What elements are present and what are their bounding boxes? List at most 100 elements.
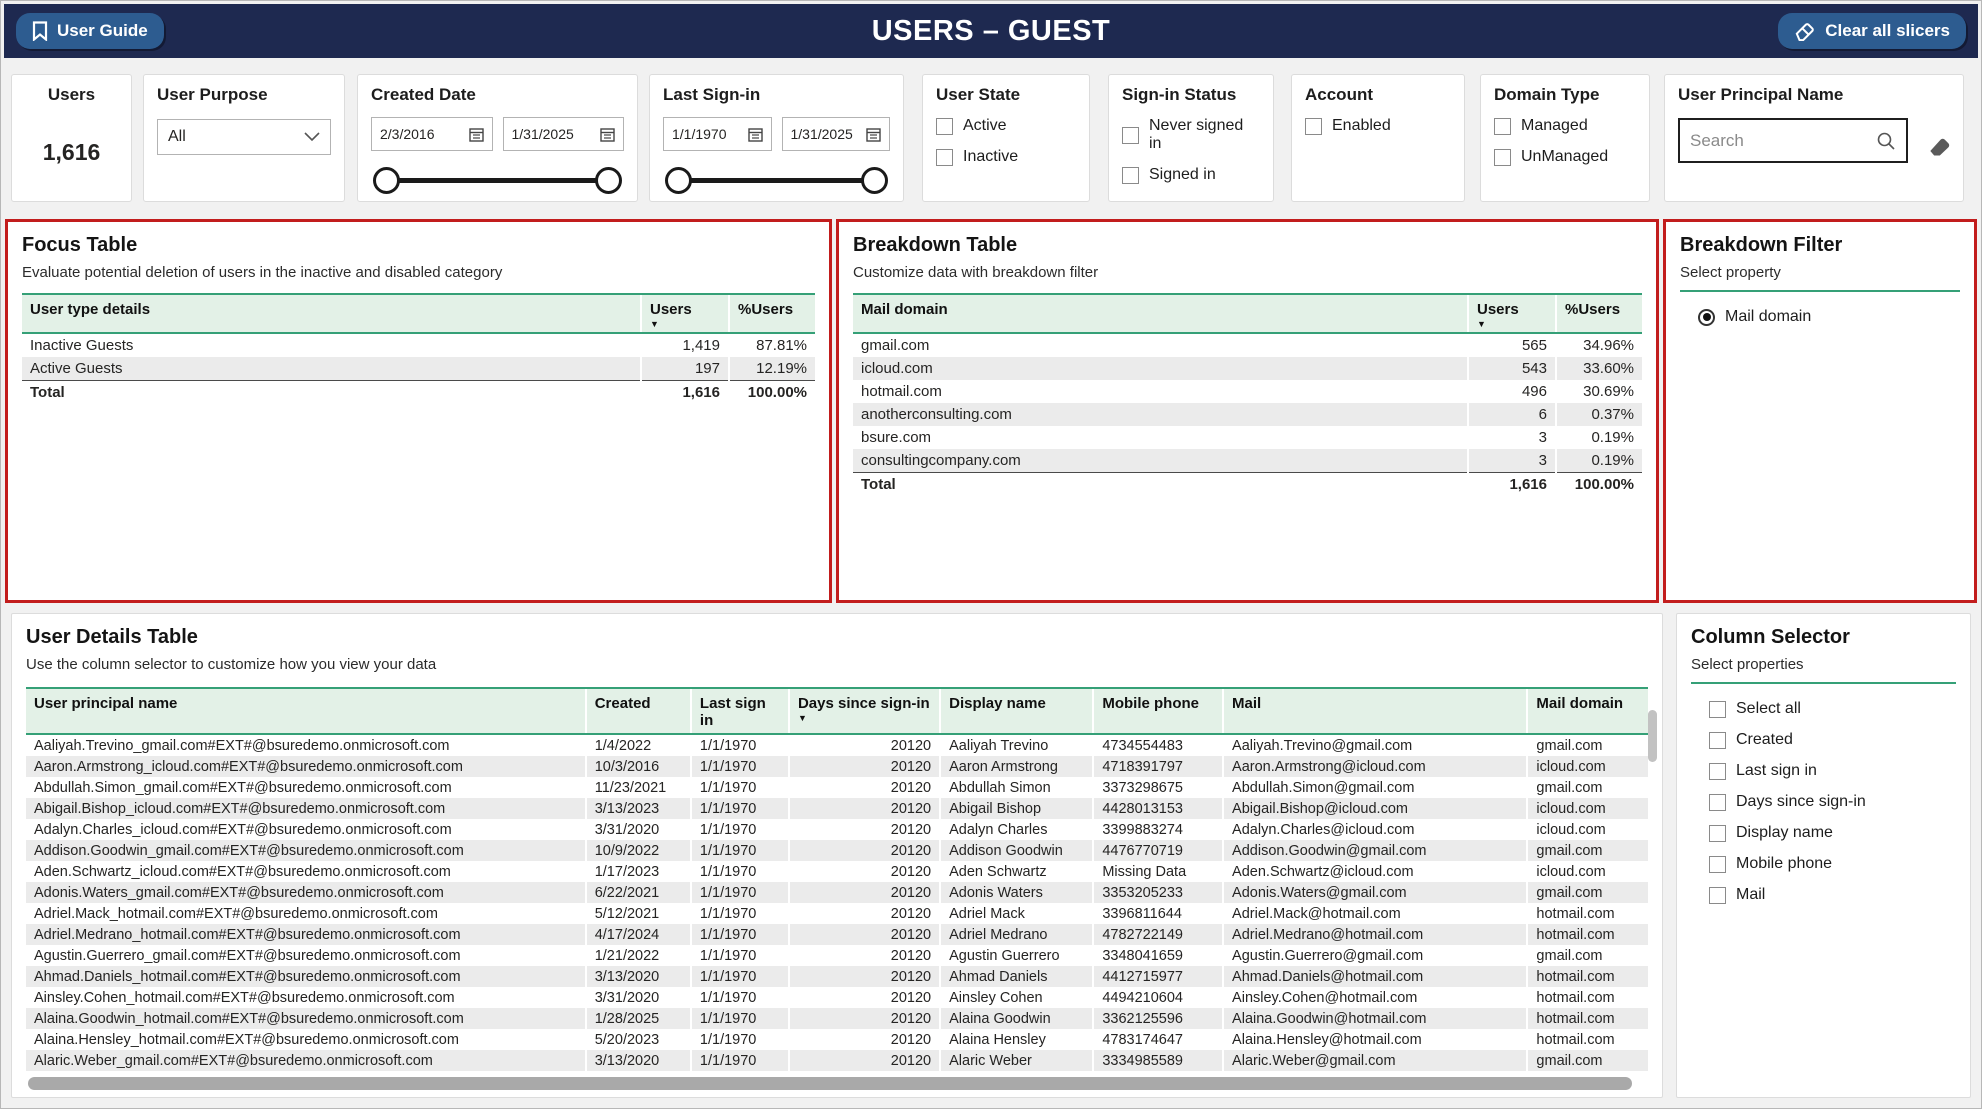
checkbox[interactable]	[1494, 118, 1511, 135]
checkbox[interactable]	[1709, 763, 1726, 780]
table-row[interactable]: consultingcompany.com30.19%	[853, 449, 1642, 473]
last-sign-in-start-input[interactable]: 1/1/1970	[663, 117, 772, 151]
table-row[interactable]: Adalyn.Charles_icloud.com#EXT#@bsuredemo…	[26, 819, 1648, 840]
checkbox-option[interactable]: Managed	[1494, 117, 1636, 135]
column-header[interactable]: %Users	[729, 294, 815, 333]
checkbox-option[interactable]: Inactive	[936, 148, 1076, 166]
user-purpose-dropdown[interactable]: All	[157, 119, 331, 155]
checkbox-option[interactable]: Enabled	[1305, 117, 1451, 135]
table-row[interactable]: Abdullah.Simon_gmail.com#EXT#@bsuredemo.…	[26, 777, 1648, 798]
checkbox[interactable]	[1494, 149, 1511, 166]
column-header-sorted[interactable]: Days since sign-in▼	[789, 688, 940, 734]
upn-search-input[interactable]	[1690, 131, 1876, 151]
table-row[interactable]: Alaina.Goodwin_hotmail.com#EXT#@bsuredem…	[26, 1008, 1648, 1029]
cell: 87.81%	[729, 333, 815, 357]
checkbox[interactable]	[1122, 167, 1139, 184]
checkbox[interactable]	[1709, 794, 1726, 811]
calendar-icon[interactable]	[866, 127, 881, 142]
table-row[interactable]: anotherconsulting.com60.37%	[853, 403, 1642, 426]
column-header[interactable]: Mail domain	[1527, 688, 1648, 734]
horizontal-scrollbar-thumb[interactable]	[28, 1077, 1632, 1090]
column-header[interactable]: Created	[586, 688, 691, 734]
checkbox-option[interactable]: Never signed in	[1122, 117, 1260, 153]
cell: Alaric Weber	[940, 1050, 1093, 1071]
table-row[interactable]: Inactive Guests1,41987.81%	[22, 333, 815, 357]
radio-option[interactable]: Mail domain	[1698, 308, 1960, 326]
table-row[interactable]: Ainsley.Cohen_hotmail.com#EXT#@bsuredemo…	[26, 987, 1648, 1008]
clear-search-eraser-icon[interactable]	[1927, 135, 1953, 157]
table-row[interactable]: Agustin.Guerrero_gmail.com#EXT#@bsuredem…	[26, 945, 1648, 966]
slider-handle-left[interactable]	[373, 167, 400, 194]
checkbox-option[interactable]: Created	[1709, 731, 1956, 749]
checkbox[interactable]	[936, 149, 953, 166]
checkbox-option[interactable]: Signed in	[1122, 166, 1260, 184]
table-row[interactable]: Aden.Schwartz_icloud.com#EXT#@bsuredemo.…	[26, 861, 1648, 882]
table-row[interactable]: Alaina.Hensley_hotmail.com#EXT#@bsuredem…	[26, 1029, 1648, 1050]
radio-button[interactable]	[1698, 309, 1715, 326]
cell: Abigail Bishop	[940, 798, 1093, 819]
checkbox-option[interactable]: Mail	[1709, 886, 1956, 904]
calendar-icon[interactable]	[600, 127, 615, 142]
cell: Alaric.Weber@gmail.com	[1223, 1050, 1527, 1071]
checkbox[interactable]	[1709, 825, 1726, 842]
total-pct: 100.00%	[729, 381, 815, 405]
checkbox-option[interactable]: UnManaged	[1494, 148, 1636, 166]
table-row[interactable]: hotmail.com49630.69%	[853, 380, 1642, 403]
checkbox[interactable]	[1709, 701, 1726, 718]
column-header[interactable]: %Users	[1556, 294, 1642, 333]
checkbox[interactable]	[1305, 118, 1322, 135]
calendar-icon[interactable]	[748, 127, 763, 142]
table-row[interactable]: Abigail.Bishop_icloud.com#EXT#@bsuredemo…	[26, 798, 1648, 819]
table-row[interactable]: Active Guests19712.19%	[22, 357, 815, 381]
table-row[interactable]: Addison.Goodwin_gmail.com#EXT#@bsuredemo…	[26, 840, 1648, 861]
checkbox-option[interactable]: Active	[936, 117, 1076, 135]
column-header[interactable]: Mail domain	[853, 294, 1468, 333]
table-row[interactable]: Aaliyah.Trevino_gmail.com#EXT#@bsuredemo…	[26, 734, 1648, 756]
clear-all-slicers-button[interactable]: Clear all slicers	[1778, 13, 1966, 49]
checkbox[interactable]	[936, 118, 953, 135]
checkbox-option[interactable]: Mobile phone	[1709, 855, 1956, 873]
calendar-icon[interactable]	[469, 127, 484, 142]
cell: 20120	[789, 861, 940, 882]
checkbox[interactable]	[1122, 127, 1139, 144]
user-guide-button[interactable]: User Guide	[16, 13, 164, 49]
created-date-end-input[interactable]: 1/31/2025	[503, 117, 625, 151]
user-details-table-viewport: User principal name Created Last sign in…	[26, 675, 1648, 1077]
slider-handle-left[interactable]	[665, 167, 692, 194]
cell: hotmail.com	[853, 380, 1468, 403]
column-header[interactable]: Mail	[1223, 688, 1527, 734]
created-date-start-input[interactable]: 2/3/2016	[371, 117, 493, 151]
table-row[interactable]: Ahmad.Daniels_hotmail.com#EXT#@bsuredemo…	[26, 966, 1648, 987]
column-header[interactable]: Last sign in	[691, 688, 789, 734]
table-row[interactable]: Alaric.Weber_gmail.com#EXT#@bsuredemo.on…	[26, 1050, 1648, 1071]
cell: gmail.com	[1527, 945, 1648, 966]
checkbox-option[interactable]: Last sign in	[1709, 762, 1956, 780]
table-row[interactable]: bsure.com30.19%	[853, 426, 1642, 449]
column-header[interactable]: Mobile phone	[1093, 688, 1223, 734]
table-row[interactable]: Adriel.Medrano_hotmail.com#EXT#@bsuredem…	[26, 924, 1648, 945]
column-header-sorted[interactable]: Users▼	[1468, 294, 1556, 333]
column-header[interactable]: Display name	[940, 688, 1093, 734]
table-row[interactable]: Adonis.Waters_gmail.com#EXT#@bsuredemo.o…	[26, 882, 1648, 903]
table-row[interactable]: gmail.com56534.96%	[853, 333, 1642, 357]
table-row[interactable]: Aaron.Armstrong_icloud.com#EXT#@bsuredem…	[26, 756, 1648, 777]
checkbox-option[interactable]: Select all	[1709, 700, 1956, 718]
last-sign-in-end-input[interactable]: 1/31/2025	[782, 117, 891, 151]
vertical-scrollbar-thumb[interactable]	[1648, 710, 1657, 762]
column-header[interactable]: User principal name	[26, 688, 586, 734]
table-row[interactable]: icloud.com54333.60%	[853, 357, 1642, 380]
checkbox-label: Active	[963, 117, 1007, 135]
checkbox[interactable]	[1709, 732, 1726, 749]
column-header-sorted[interactable]: Users▼	[641, 294, 729, 333]
table-row[interactable]: Adriel.Mack_hotmail.com#EXT#@bsuredemo.o…	[26, 903, 1648, 924]
checkbox-label: Inactive	[963, 148, 1018, 166]
cell: 1/1/1970	[691, 798, 789, 819]
checkbox-option[interactable]: Display name	[1709, 824, 1956, 842]
checkbox-option[interactable]: Days since sign-in	[1709, 793, 1956, 811]
column-header[interactable]: User type details	[22, 294, 641, 333]
slider-handle-right[interactable]	[861, 167, 888, 194]
slider-handle-right[interactable]	[595, 167, 622, 194]
checkbox[interactable]	[1709, 887, 1726, 904]
upn-search-box[interactable]	[1678, 118, 1908, 163]
checkbox[interactable]	[1709, 856, 1726, 873]
